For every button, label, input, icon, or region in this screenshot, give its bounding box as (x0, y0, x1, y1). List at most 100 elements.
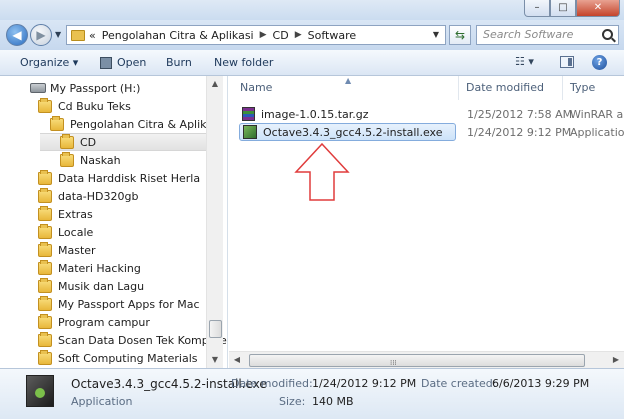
tree-item[interactable]: My Passport (H:) (0, 79, 140, 97)
file-list: Name ▲ Date modified Type image-1.0.15.t… (229, 76, 624, 368)
tree-item[interactable]: Data Harddisk Riset Herla (0, 169, 200, 187)
tree-item-label: Program campur (58, 315, 150, 329)
size-label: Size: (279, 395, 306, 408)
breadcrumb-segment[interactable]: Software (308, 29, 357, 42)
chevron-down-icon[interactable]: ▼ (433, 30, 439, 39)
tree-item-label: Master (58, 243, 96, 257)
grip-icon: ⁞⁞⁞ (390, 359, 397, 367)
file-row[interactable]: Octave3.4.3_gcc4.5.2-install.exe 1/24/201… (239, 123, 624, 141)
exe-icon (243, 125, 257, 139)
pointer-arrow-icon (294, 142, 350, 201)
tree-item-label: CD (80, 135, 97, 149)
tree-item-label: Pengolahan Citra & Aplikasi (70, 117, 222, 131)
folder-icon (38, 187, 52, 203)
application-icon (26, 375, 54, 407)
tree-item[interactable]: Master (0, 241, 96, 259)
horizontal-scrollbar[interactable]: ◀ ⁞⁞⁞ ▶ (229, 351, 624, 368)
tree-item[interactable]: Musik dan Lagu (0, 277, 144, 295)
scroll-up-icon[interactable]: ▲ (207, 76, 223, 92)
burn-button[interactable]: Burn (166, 56, 192, 69)
search-icon[interactable] (602, 29, 613, 40)
tree-item[interactable]: Scan Data Dosen Tek Komputer (0, 331, 228, 349)
tree-item-label: Locale (58, 225, 94, 239)
tree-item[interactable]: Program campur (0, 313, 150, 331)
scroll-left-icon[interactable]: ◀ (229, 352, 245, 368)
folder-icon (60, 133, 74, 149)
navigation-scrollbar[interactable]: ▲ ▼ (206, 76, 223, 368)
tree-item[interactable]: My Passport Apps for Mac (0, 295, 200, 313)
tree-item[interactable]: CD (40, 133, 206, 151)
folder-icon (38, 97, 52, 113)
tree-item[interactable]: Locale (0, 223, 93, 241)
folder-icon (38, 241, 52, 257)
address-row: ◀ ▶ ▼ « Pengolahan Citra & Aplikasi ▶ CD… (0, 20, 624, 50)
details-file-type: Application (71, 395, 133, 408)
date-created-value: 6/6/2013 9:29 PM (492, 377, 590, 390)
navigation-pane: My Passport (H:) Cd Buku Teks Pengolahan C… (0, 76, 228, 368)
date-modified-value: 1/24/2012 9:12 PM (312, 377, 417, 390)
folder-icon (38, 205, 52, 221)
file-date: 1/25/2012 7:58 AM (467, 107, 573, 121)
tree-item-label: My Passport (H:) (50, 81, 141, 95)
breadcrumb-segment[interactable]: Pengolahan Citra & Aplikasi (102, 29, 254, 42)
tree-item-label: data-HD320gb (58, 189, 139, 203)
tree-item[interactable]: Pengolahan Citra & Aplikasi (0, 115, 222, 133)
close-button[interactable]: ✕ (576, 0, 620, 17)
application-icon (100, 56, 112, 69)
file-type: Applicatio (570, 125, 624, 139)
scrollbar-thumb[interactable]: ⁞⁞⁞ (249, 354, 585, 367)
folder-icon (38, 259, 52, 275)
change-view-button[interactable]: ☷ ▾ (515, 55, 534, 68)
tree-item-label: Data Harddisk Riset Herla (58, 171, 201, 185)
preview-pane-icon[interactable] (560, 56, 574, 68)
recent-pages-dropdown[interactable]: ▼ (55, 30, 61, 39)
tree-item-label: Naskah (80, 153, 121, 167)
open-button[interactable]: Open (100, 56, 146, 69)
folder-icon (38, 295, 52, 311)
date-modified-label: Date modified: (231, 377, 313, 390)
address-bar[interactable]: « Pengolahan Citra & Aplikasi ▶ CD ▶ Sof… (66, 25, 446, 45)
sort-ascending-icon: ▲ (345, 76, 352, 85)
tree-item-label: Musik dan Lagu (58, 279, 145, 293)
breadcrumb-separator-icon[interactable]: ▶ (295, 30, 302, 40)
back-button[interactable]: ◀ (6, 24, 28, 46)
folder-icon (71, 29, 85, 41)
search-input[interactable]: Search Software (476, 25, 619, 45)
drive-icon (30, 83, 46, 93)
file-name-cell[interactable]: Octave3.4.3_gcc4.5.2-install.exe (239, 123, 456, 141)
minimize-button[interactable]: – (524, 0, 550, 17)
tree-item[interactable]: Materi Hacking (0, 259, 141, 277)
size-value: 140 MB (312, 395, 354, 408)
organize-button[interactable]: Organize ▾ (20, 56, 78, 69)
breadcrumb-segment[interactable]: CD (273, 29, 289, 42)
breadcrumb-separator-icon[interactable]: ▶ (260, 30, 267, 40)
maximize-button[interactable]: □ (550, 0, 576, 17)
tree-item[interactable]: Soft Computing Materials (0, 349, 198, 367)
tree-item-label: Extras (58, 207, 93, 221)
file-row[interactable]: image-1.0.15.tar.gz 1/25/2012 7:58 AM WinR… (239, 105, 624, 123)
tree-item[interactable]: Naskah (0, 151, 121, 169)
tree-item-label: My Passport Apps for Mac (58, 297, 200, 311)
scroll-down-icon[interactable]: ▼ (207, 352, 223, 368)
folder-icon (38, 169, 52, 185)
column-header-type[interactable]: Type (563, 76, 624, 100)
open-label: Open (117, 56, 147, 69)
address-overflow[interactable]: « (89, 29, 96, 42)
tree-item[interactable]: Extras (0, 205, 93, 223)
file-name: Octave3.4.3_gcc4.5.2-install.exe (263, 125, 443, 139)
command-bar: Organize ▾ Open Burn New folder ☷ ▾ ? (0, 50, 624, 76)
file-name-cell[interactable]: image-1.0.15.tar.gz (239, 105, 456, 123)
help-button[interactable]: ? (592, 55, 607, 70)
new-folder-button[interactable]: New folder (214, 56, 273, 69)
scrollbar-thumb[interactable] (209, 320, 222, 338)
file-type: WinRAR a (570, 107, 624, 121)
file-name: image-1.0.15.tar.gz (261, 107, 369, 121)
forward-button[interactable]: ▶ (30, 24, 52, 46)
column-header-date[interactable]: Date modified (459, 76, 563, 100)
refresh-button[interactable]: ⇆ (449, 25, 471, 45)
tree-item[interactable]: data-HD320gb (0, 187, 138, 205)
tree-item-label: Scan Data Dosen Tek Komputer (58, 333, 228, 347)
folder-icon (38, 331, 52, 347)
tree-item[interactable]: Cd Buku Teks (0, 97, 131, 115)
scroll-right-icon[interactable]: ▶ (608, 352, 624, 368)
